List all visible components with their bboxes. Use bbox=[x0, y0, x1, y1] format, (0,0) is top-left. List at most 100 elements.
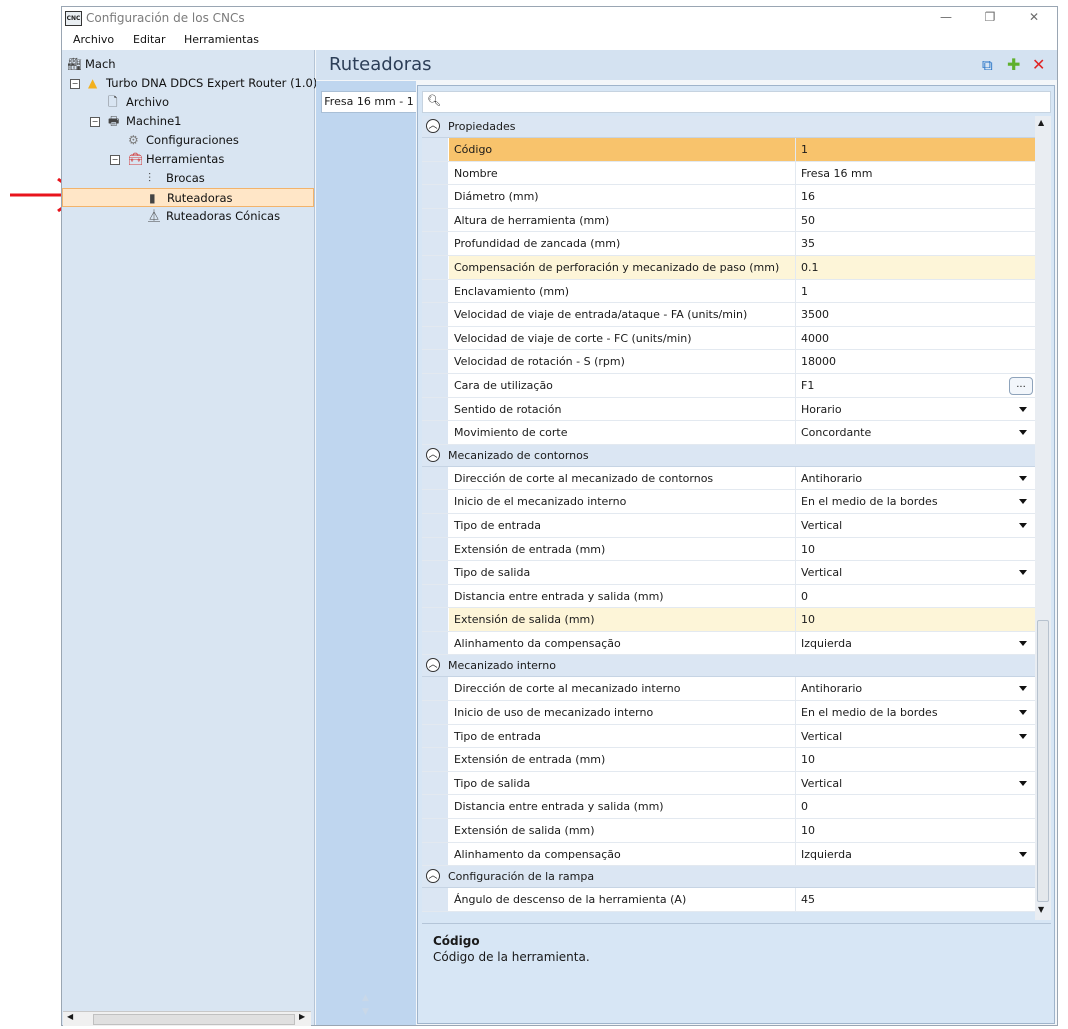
dropdown-arrow-icon[interactable] bbox=[1019, 780, 1027, 786]
tree-item-brocas[interactable]: ⫶ Brocas bbox=[62, 169, 312, 188]
dropdown-arrow-icon[interactable] bbox=[1019, 733, 1027, 739]
property-value[interactable]: En el medio de la bordes bbox=[795, 701, 1035, 725]
property-row[interactable]: Velocidad de viaje de entrada/ataque - F… bbox=[422, 303, 1035, 327]
dropdown-arrow-icon[interactable] bbox=[1019, 851, 1027, 857]
property-row[interactable]: Velocidad de rotación - S (rpm) 18000 bbox=[422, 350, 1035, 374]
collapse-caret-icon[interactable]: ︿ bbox=[426, 869, 440, 884]
property-row[interactable]: Altura de herramienta (mm) 50 bbox=[422, 208, 1035, 233]
category-header[interactable]: ︿ Mecanizado interno bbox=[422, 655, 1035, 678]
property-value[interactable]: 10 bbox=[795, 608, 1035, 632]
dropdown-arrow-icon[interactable] bbox=[1019, 640, 1027, 646]
property-value[interactable]: 45 bbox=[795, 888, 1035, 912]
dropdown-arrow-icon[interactable] bbox=[1019, 430, 1027, 436]
tree-scrollbar-thumb[interactable] bbox=[93, 1014, 295, 1025]
property-row[interactable]: Cara de utilização F1... bbox=[422, 373, 1035, 398]
property-value[interactable]: Izquierda bbox=[795, 631, 1035, 655]
property-value[interactable]: Vertical bbox=[795, 561, 1035, 585]
property-value[interactable]: 0.1 bbox=[795, 255, 1035, 279]
scroll-left-icon[interactable]: ◀ bbox=[67, 1012, 73, 1021]
category-header[interactable]: ︿ Configuración de la rampa bbox=[422, 866, 1035, 889]
tree-item-machine1[interactable]: − 🖶︎ Machine1 bbox=[62, 112, 312, 131]
tree-item-mach[interactable]: 🏭︎ Mach bbox=[62, 55, 312, 74]
property-value[interactable]: 1 bbox=[795, 279, 1035, 303]
property-row[interactable]: Dirección de corte al mecanizado interno… bbox=[422, 677, 1035, 702]
dropdown-arrow-icon[interactable] bbox=[1019, 499, 1027, 505]
property-row[interactable]: Velocidad de viaje de corte - FC (units/… bbox=[422, 326, 1035, 351]
tree-item-ruteadoras[interactable]: ▮ Ruteadoras bbox=[62, 188, 314, 207]
property-value[interactable]: 16 bbox=[795, 185, 1035, 209]
property-row[interactable]: Extensión de entrada (mm) 10 bbox=[422, 748, 1035, 772]
menu-editar[interactable]: Editar bbox=[133, 33, 166, 46]
close-button[interactable]: ✕ bbox=[1012, 9, 1056, 27]
property-value[interactable]: 4000 bbox=[795, 326, 1035, 350]
tree-item-herramientas[interactable]: − 🧰︎ Herramientas bbox=[62, 150, 312, 169]
property-row[interactable]: Profundidad de zancada (mm) 35 bbox=[422, 232, 1035, 256]
property-row[interactable]: Tipo de salida Vertical bbox=[422, 771, 1035, 796]
property-value[interactable]: 10 bbox=[795, 819, 1035, 843]
dropdown-arrow-icon[interactable] bbox=[1019, 475, 1027, 481]
property-value[interactable]: 3500 bbox=[795, 303, 1035, 327]
dropdown-arrow-icon[interactable] bbox=[1019, 522, 1027, 528]
property-row[interactable]: Enclavamiento (mm) 1 bbox=[422, 279, 1035, 304]
property-value[interactable]: Horario bbox=[795, 397, 1035, 421]
tab-fresa-16mm[interactable]: Fresa 16 mm - 1 bbox=[321, 91, 416, 113]
property-value[interactable]: 10 bbox=[795, 748, 1035, 772]
property-row[interactable]: Distancia entre entrada y salida (mm) 0 bbox=[422, 584, 1035, 609]
collapse-caret-icon[interactable]: ︿ bbox=[426, 119, 440, 133]
ellipsis-button[interactable]: ... bbox=[1009, 376, 1033, 395]
property-row[interactable]: Diámetro (mm) 16 bbox=[422, 185, 1035, 209]
scroll-up-arrow-icon[interactable]: ▲ bbox=[362, 993, 369, 1003]
tree-item-ruteadoras-cónicas[interactable]: ⏅ Ruteadoras Cónicas bbox=[62, 207, 312, 226]
property-row[interactable]: Nombre Fresa 16 mm bbox=[422, 161, 1035, 186]
category-header[interactable]: ︿ Propiedades bbox=[422, 116, 1035, 138]
property-value[interactable]: 0 bbox=[795, 584, 1035, 608]
property-row[interactable]: Extensión de salida (mm) 10 bbox=[422, 819, 1035, 843]
collapse-caret-icon[interactable]: ︿ bbox=[426, 447, 440, 462]
tree-item-configuraciones[interactable]: ⚙ Configuraciones bbox=[62, 131, 312, 150]
add-icon[interactable]: ✚ bbox=[1007, 55, 1020, 74]
collapse-caret-icon[interactable]: ︿ bbox=[426, 658, 440, 673]
property-value[interactable]: Concordante bbox=[795, 421, 1035, 445]
property-row[interactable]: Sentido de rotación Horario bbox=[422, 397, 1035, 422]
property-row[interactable]: Extensión de entrada (mm) 10 bbox=[422, 537, 1035, 562]
property-value[interactable]: 35 bbox=[795, 232, 1035, 256]
collapse-toggle-icon[interactable]: − bbox=[110, 155, 120, 165]
dropdown-arrow-icon[interactable] bbox=[1019, 710, 1027, 716]
collapse-toggle-icon[interactable]: − bbox=[70, 79, 80, 89]
tree-item-archivo[interactable]: 🗋 Archivo bbox=[62, 93, 312, 112]
dropdown-arrow-icon[interactable] bbox=[1019, 406, 1027, 412]
property-value[interactable]: Antihorario bbox=[795, 677, 1035, 701]
grid-scrollbar-thumb[interactable] bbox=[1037, 620, 1049, 902]
search-input[interactable]: 🔍︎ bbox=[422, 91, 1051, 113]
property-value[interactable]: F1 bbox=[795, 373, 1035, 397]
property-row[interactable]: Ángulo de descenso de la herramienta (A)… bbox=[422, 888, 1035, 912]
property-value[interactable]: Antihorario bbox=[795, 466, 1035, 490]
dropdown-arrow-icon[interactable] bbox=[1019, 570, 1027, 576]
property-value[interactable]: En el medio de la bordes bbox=[795, 490, 1035, 514]
dropdown-arrow-icon[interactable] bbox=[1019, 686, 1027, 692]
minimize-button[interactable]: — bbox=[924, 9, 968, 27]
tree-horizontal-scrollbar[interactable]: ◀ ▶ bbox=[63, 1011, 311, 1026]
scroll-down-icon[interactable]: ▼ bbox=[1038, 905, 1044, 914]
collapse-toggle-icon[interactable]: − bbox=[90, 117, 100, 127]
scroll-right-icon[interactable]: ▶ bbox=[299, 1012, 305, 1021]
property-row[interactable]: Extensión de salida (mm) 10 bbox=[422, 608, 1035, 632]
category-header[interactable]: ︿ Mecanizado de contornos bbox=[422, 444, 1035, 467]
property-row[interactable]: Tipo de entrada Vertical bbox=[422, 724, 1035, 749]
property-row[interactable]: Código 1 bbox=[422, 138, 1035, 162]
property-value[interactable]: Vertical bbox=[795, 724, 1035, 748]
copy-icon[interactable]: ⧉ bbox=[982, 56, 993, 74]
menu-herramientas[interactable]: Herramientas bbox=[184, 33, 259, 46]
property-row[interactable]: Alinhamento da compensação Izquierda bbox=[422, 842, 1035, 867]
maximize-button[interactable]: ❐ bbox=[968, 9, 1012, 27]
property-row[interactable]: Dirección de corte al mecanizado de cont… bbox=[422, 466, 1035, 491]
menu-archivo[interactable]: Archivo bbox=[73, 33, 114, 46]
property-value[interactable]: 1 bbox=[795, 138, 1035, 161]
property-row[interactable]: Tipo de salida Vertical bbox=[422, 561, 1035, 585]
scroll-up-icon[interactable]: ▲ bbox=[1038, 118, 1044, 127]
property-value[interactable]: Izquierda bbox=[795, 842, 1035, 866]
property-row[interactable]: Inicio de uso de mecanizado interno En el… bbox=[422, 701, 1035, 725]
property-value[interactable]: 10 bbox=[795, 537, 1035, 561]
property-row[interactable]: Tipo de entrada Vertical bbox=[422, 513, 1035, 538]
property-row[interactable]: Compensación de perforación y mecanizado… bbox=[422, 255, 1035, 280]
